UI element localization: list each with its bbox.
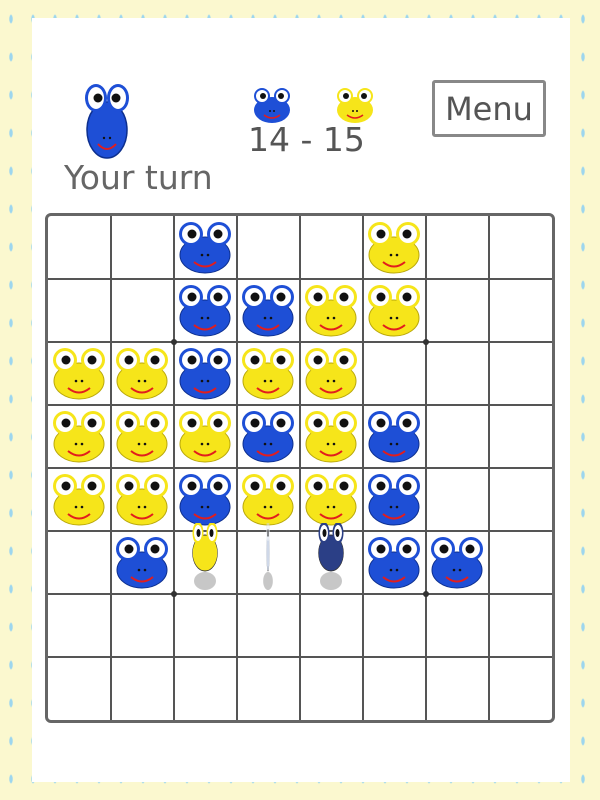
board-cell[interactable] (174, 279, 237, 342)
board-cell[interactable] (237, 594, 300, 657)
board-cell[interactable] (300, 405, 363, 468)
turn-status: Your turn (64, 158, 213, 197)
yellow-score-frog-icon (337, 88, 373, 123)
board-cell[interactable] (300, 657, 363, 720)
score-separator: - (300, 120, 313, 159)
board-cell[interactable] (426, 342, 489, 405)
board-cell[interactable] (48, 342, 111, 405)
board-cell[interactable] (363, 594, 426, 657)
yellow-score: 15 (322, 120, 365, 159)
board-cell[interactable] (363, 405, 426, 468)
board-cell[interactable] (489, 594, 552, 657)
board-cell[interactable] (174, 405, 237, 468)
board-cell[interactable] (489, 279, 552, 342)
board-cell[interactable] (489, 531, 552, 594)
board-cell[interactable] (426, 594, 489, 657)
board-cell[interactable] (489, 216, 552, 279)
board-cell[interactable] (174, 531, 237, 594)
current-player-frog-icon (85, 84, 129, 159)
blue-score-frog-icon (254, 88, 290, 123)
board-cell[interactable] (111, 468, 174, 531)
board-cell[interactable] (426, 657, 489, 720)
board-cell[interactable] (363, 279, 426, 342)
board-cell[interactable] (48, 594, 111, 657)
board-cell[interactable] (111, 216, 174, 279)
board-cell[interactable] (489, 405, 552, 468)
board-cell[interactable] (489, 342, 552, 405)
board-cell[interactable] (111, 279, 174, 342)
board-cell[interactable] (48, 531, 111, 594)
board-cell[interactable] (300, 531, 363, 594)
board-cell[interactable] (237, 279, 300, 342)
board-cell[interactable] (237, 468, 300, 531)
board-cell[interactable] (426, 531, 489, 594)
board-cell[interactable] (48, 279, 111, 342)
board-cell[interactable] (300, 216, 363, 279)
board-cell[interactable] (237, 531, 300, 594)
board-cell[interactable] (426, 216, 489, 279)
board-cell[interactable] (426, 279, 489, 342)
board-cell[interactable] (174, 657, 237, 720)
board-cell[interactable] (489, 468, 552, 531)
board-cell[interactable] (48, 216, 111, 279)
game-board (45, 213, 555, 723)
board-cell[interactable] (363, 468, 426, 531)
board-cell[interactable] (237, 216, 300, 279)
board-cell[interactable] (426, 405, 489, 468)
board-cell[interactable] (111, 531, 174, 594)
board-cell[interactable] (363, 531, 426, 594)
board-cell[interactable] (111, 342, 174, 405)
board-cell[interactable] (489, 657, 552, 720)
board-cell[interactable] (300, 594, 363, 657)
board-cell[interactable] (363, 342, 426, 405)
score-display: 14 - 15 (248, 120, 365, 159)
board-cell[interactable] (111, 657, 174, 720)
board-cell[interactable] (174, 216, 237, 279)
board-cell[interactable] (426, 468, 489, 531)
board-cell[interactable] (300, 468, 363, 531)
board-cell[interactable] (237, 342, 300, 405)
board-cell[interactable] (300, 279, 363, 342)
board-cell[interactable] (363, 657, 426, 720)
board-cell[interactable] (111, 594, 174, 657)
board-cell[interactable] (48, 657, 111, 720)
board-cell[interactable] (174, 594, 237, 657)
board-cell[interactable] (237, 405, 300, 468)
board-cell[interactable] (111, 405, 174, 468)
board-cell[interactable] (237, 657, 300, 720)
menu-button[interactable]: Menu (432, 80, 546, 137)
board-cell[interactable] (174, 342, 237, 405)
blue-score: 14 (248, 120, 290, 159)
board-cell[interactable] (48, 405, 111, 468)
board-cell[interactable] (174, 468, 237, 531)
board-cell[interactable] (363, 216, 426, 279)
board-cell[interactable] (300, 342, 363, 405)
board-cell[interactable] (48, 468, 111, 531)
